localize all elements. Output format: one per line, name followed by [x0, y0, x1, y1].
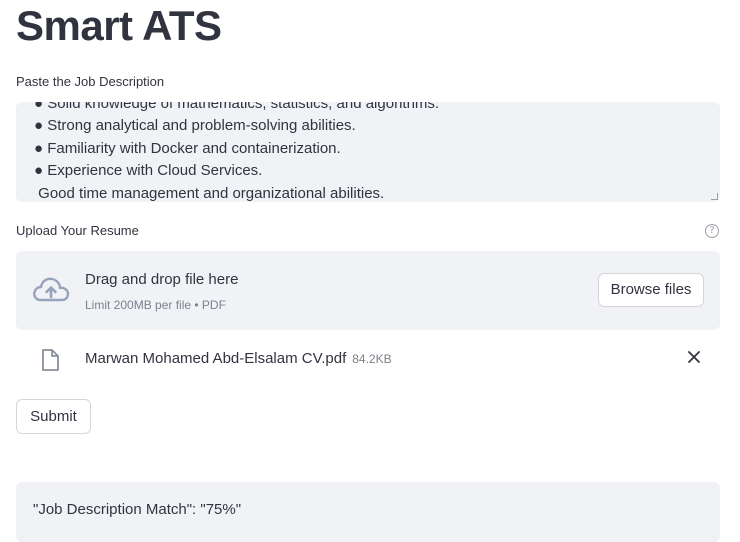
browse-files-button[interactable]: Browse files	[598, 273, 704, 307]
job-description-label: Paste the Job Description	[16, 74, 165, 89]
file-name-text: Marwan Mohamed Abd-Elsalam CV.pdf	[85, 350, 347, 367]
job-description-line: ● Experience with Cloud Services.	[34, 162, 263, 180]
resume-upload-label: Upload Your Resume	[16, 223, 139, 238]
close-icon[interactable]	[686, 349, 702, 365]
dropzone-title: Drag and drop file here	[85, 271, 239, 288]
uploaded-file-name: Marwan Mohamed Abd-Elsalam CV.pdf 84.2KB	[85, 350, 392, 367]
uploaded-file-row: Marwan Mohamed Abd-Elsalam CV.pdf 84.2KB	[16, 340, 720, 378]
job-description-line: ● Strong analytical and problem-solving …	[34, 117, 356, 135]
page-title: Smart ATS	[16, 2, 222, 49]
result-text: "Job Description Match": "75%"	[33, 501, 242, 518]
job-description-textarea[interactable]: ● Solid knowledge of mathematics, statis…	[16, 102, 720, 202]
file-dropzone[interactable]: Drag and drop file here Limit 200MB per …	[16, 251, 720, 330]
file-icon	[42, 349, 59, 371]
dropzone-subtitle: Limit 200MB per file • PDF	[85, 298, 226, 312]
job-description-line: ● Solid knowledge of mathematics, statis…	[34, 102, 440, 112]
job-description-line: ● Familiarity with Docker and containeri…	[34, 139, 341, 157]
cloud-upload-icon	[33, 277, 70, 302]
job-description-line: Good time management and organizational …	[34, 184, 385, 202]
submit-button[interactable]: Submit	[16, 399, 91, 434]
question-circle-icon[interactable]: ?	[705, 224, 719, 238]
resize-handle[interactable]	[711, 193, 718, 200]
file-size: 84.2KB	[352, 352, 392, 366]
result-panel: "Job Description Match": "75%"	[16, 482, 720, 542]
